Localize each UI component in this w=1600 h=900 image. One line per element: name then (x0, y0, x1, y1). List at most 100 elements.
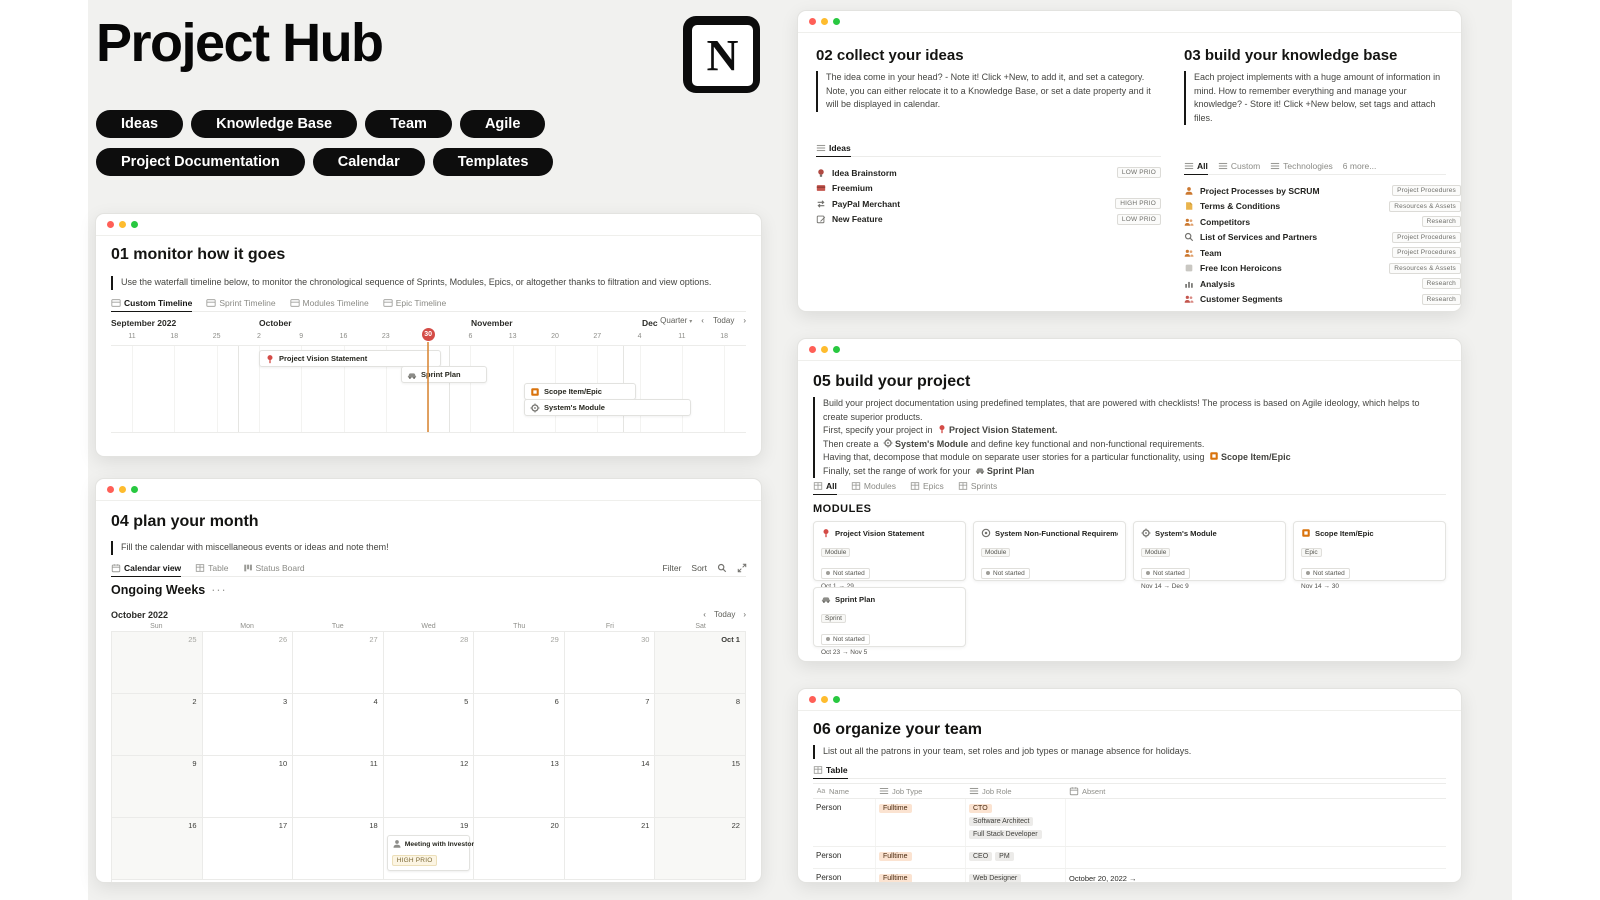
prev-button[interactable]: ‹ (701, 316, 704, 325)
calendar-cell[interactable]: 3 (203, 694, 294, 756)
calendar-cell[interactable]: 9 (112, 756, 203, 818)
sort-button[interactable]: Sort (691, 563, 707, 573)
calendar-cell[interactable]: 4 (293, 694, 384, 756)
today-button[interactable]: Today (713, 316, 734, 325)
column-header-job-role[interactable]: Job Role (966, 786, 1066, 796)
today-button[interactable]: Today (714, 610, 735, 619)
timeline-bar-scope-item-epic[interactable]: Scope Item/Epic (524, 383, 636, 400)
tab-sprints[interactable]: Sprints (958, 481, 997, 495)
calendar-cell[interactable]: 16 (112, 818, 203, 880)
calendar-cell[interactable]: 6 (474, 694, 565, 756)
nav-pill-templates[interactable]: Templates (433, 148, 554, 176)
tab-epics[interactable]: Epics (910, 481, 944, 495)
calendar-cell[interactable]: 22 (655, 818, 746, 880)
tab-epic-timeline[interactable]: Epic Timeline (383, 298, 447, 312)
list-item-customer-segments[interactable]: Customer SegmentsResearch (1184, 292, 1461, 308)
module-card-system-s-module[interactable]: System's ModuleModuleNot startedNov 14 →… (1133, 521, 1286, 581)
module-card-sprint-plan[interactable]: Sprint PlanSprintNot startedOct 23 → Nov… (813, 587, 966, 647)
tab-all[interactable]: All (813, 481, 837, 495)
close-button[interactable] (809, 696, 816, 703)
table-row[interactable]: PersonFulltimeCTOSoftware ArchitectFull … (813, 799, 1446, 847)
calendar-cell[interactable]: 15 (655, 756, 746, 818)
close-button[interactable] (107, 486, 114, 493)
nav-pill-ideas[interactable]: Ideas (96, 110, 183, 138)
calendar-cell[interactable]: 19Meeting with InvestorHIGH PRIO (384, 818, 475, 880)
list-item-new-feature[interactable]: New FeatureLOW PRIO (816, 212, 1161, 228)
calendar-cell[interactable]: 11 (293, 756, 384, 818)
module-card-project-vision-statement[interactable]: Project Vision StatementModuleNot starte… (813, 521, 966, 581)
tab-calendar-view[interactable]: Calendar view (111, 563, 181, 577)
list-item-competitors[interactable]: CompetitorsResearch (1184, 214, 1461, 230)
tab-all[interactable]: All (1184, 161, 1208, 175)
module-card-system-non-functional-requirements[interactable]: System Non-Functional RequirementsModule… (973, 521, 1126, 581)
list-item-idea-brainstorm[interactable]: Idea BrainstormLOW PRIO (816, 165, 1161, 181)
tab-status-board[interactable]: Status Board (243, 563, 305, 577)
filter-button[interactable]: Filter (663, 563, 682, 573)
module-card-scope-item-epic[interactable]: Scope Item/EpicEpicNot startedNov 14 → 3… (1293, 521, 1446, 581)
calendar-cell[interactable]: 20 (474, 818, 565, 880)
calendar-cell[interactable]: Oct 1 (655, 632, 746, 694)
more-options-icon[interactable]: ··· (211, 583, 227, 597)
zoom-button[interactable] (833, 696, 840, 703)
list-item-freemium[interactable]: Freemium (816, 181, 1161, 197)
list-item-team[interactable]: TeamProject Procedures (1184, 245, 1461, 261)
tab-modules[interactable]: Modules (851, 481, 896, 495)
zoom-button[interactable] (833, 18, 840, 25)
list-item-project-processes-by-scrum[interactable]: Project Processes by SCRUMProject Proced… (1184, 183, 1461, 199)
calendar-cell[interactable]: 13 (474, 756, 565, 818)
minimize-button[interactable] (119, 221, 126, 228)
column-header-name[interactable]: AaName (813, 786, 876, 796)
list-item-free-icon-heroicons[interactable]: Free Icon HeroiconsResources & Assets (1184, 261, 1461, 277)
calendar-cell[interactable]: 17 (203, 818, 294, 880)
minimize-button[interactable] (821, 696, 828, 703)
calendar-cell[interactable]: 14 (565, 756, 656, 818)
calendar-cell[interactable]: 5 (384, 694, 475, 756)
tab-custom-timeline[interactable]: Custom Timeline (111, 298, 192, 312)
calendar-cell[interactable]: 21 (565, 818, 656, 880)
list-item-paypal-merchant[interactable]: PayPal MerchantHIGH PRIO (816, 196, 1161, 212)
table-row[interactable]: PersonFulltimeWeb DesignerOctober 20, 20… (813, 869, 1446, 883)
zoom-button[interactable] (131, 486, 138, 493)
zoom-button[interactable] (833, 346, 840, 353)
search-icon[interactable] (717, 563, 727, 573)
tab-6-more[interactable]: 6 more... (1343, 161, 1377, 175)
close-button[interactable] (107, 221, 114, 228)
calendar-cell[interactable]: 2 (112, 694, 203, 756)
calendar-cell[interactable]: 12 (384, 756, 475, 818)
tab-custom[interactable]: Custom (1218, 161, 1260, 175)
expand-icon[interactable] (737, 563, 747, 573)
minimize-button[interactable] (821, 346, 828, 353)
column-header-absent[interactable]: Absent (1066, 786, 1446, 796)
timeline-bar-sprint-plan[interactable]: Sprint Plan (401, 366, 487, 383)
list-item-list-of-services-and-partners[interactable]: List of Services and PartnersProject Pro… (1184, 230, 1461, 246)
list-item-terms-conditions[interactable]: Terms & ConditionsResources & Assets (1184, 199, 1461, 215)
nav-pill-team[interactable]: Team (365, 110, 452, 138)
nav-pill-agile[interactable]: Agile (460, 110, 545, 138)
calendar-cell[interactable]: 10 (203, 756, 294, 818)
nav-pill-project-documentation[interactable]: Project Documentation (96, 148, 305, 176)
tab-sprint-timeline[interactable]: Sprint Timeline (206, 298, 275, 312)
tab-ideas[interactable]: Ideas (816, 143, 851, 157)
tab-modules-timeline[interactable]: Modules Timeline (290, 298, 369, 312)
calendar-cell[interactable]: 26 (203, 632, 294, 694)
close-button[interactable] (809, 346, 816, 353)
table-row[interactable]: PersonFulltimeCEOPM (813, 847, 1446, 869)
nav-pill-knowledge-base[interactable]: Knowledge Base (191, 110, 357, 138)
tab-table[interactable]: Table (813, 765, 848, 779)
calendar-cell[interactable]: 18 (293, 818, 384, 880)
calendar-cell[interactable]: 7 (565, 694, 656, 756)
prev-month-button[interactable]: ‹ (703, 610, 706, 619)
tab-table[interactable]: Table (195, 563, 228, 577)
zoom-select[interactable]: Quarter▾ (660, 316, 692, 325)
nav-pill-calendar[interactable]: Calendar (313, 148, 425, 176)
calendar-cell[interactable]: 25 (112, 632, 203, 694)
minimize-button[interactable] (119, 486, 126, 493)
calendar-event[interactable]: Meeting with InvestorHIGH PRIO (387, 835, 471, 871)
calendar-cell[interactable]: 29 (474, 632, 565, 694)
zoom-button[interactable] (131, 221, 138, 228)
calendar-cell[interactable]: 27 (293, 632, 384, 694)
timeline-bar-system-s-module[interactable]: System's Module (524, 399, 691, 416)
timeline-bar-project-vision-statement[interactable]: Project Vision Statement (259, 350, 441, 367)
minimize-button[interactable] (821, 18, 828, 25)
tab-technologies[interactable]: Technologies (1270, 161, 1333, 175)
